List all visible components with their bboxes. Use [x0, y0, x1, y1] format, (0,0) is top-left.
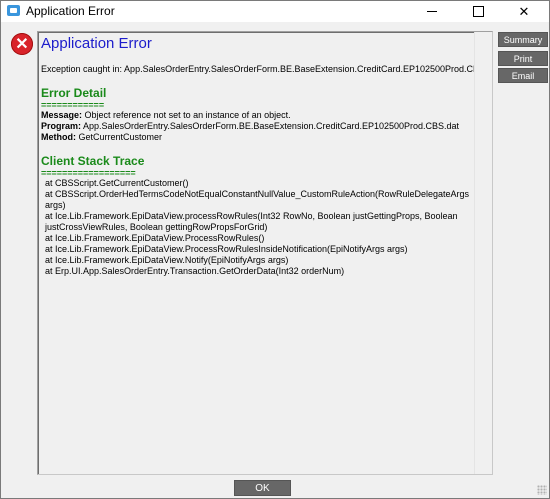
- method-value: GetCurrentCustomer: [76, 132, 163, 142]
- close-button[interactable]: ✕: [501, 1, 547, 22]
- maximize-button[interactable]: [455, 1, 501, 22]
- summary-button[interactable]: Summary: [498, 32, 548, 47]
- print-button[interactable]: Print: [498, 51, 548, 66]
- method-label: Method:: [41, 132, 76, 142]
- application-error-window: Application Error ✕ ✕ Application Error …: [0, 0, 550, 499]
- maximize-icon: [472, 6, 484, 17]
- message-value: Object reference not set to an instance …: [82, 110, 291, 120]
- resize-grip[interactable]: [537, 485, 547, 495]
- message-row: Message: Object reference not set to an …: [41, 110, 491, 121]
- error-detail-heading: Error Detail: [41, 86, 107, 100]
- stack-trace-line: at Ice.Lib.Framework.EpiDataView.Process…: [45, 233, 265, 243]
- stack-trace-rule: ==================: [41, 168, 136, 178]
- exception-line: Exception caught in: App.SalesOrderEntry…: [41, 64, 486, 74]
- program-value: App.SalesOrderEntry.SalesOrderForm.BE.Ba…: [81, 121, 460, 131]
- method-row: Method: GetCurrentCustomer: [41, 132, 491, 143]
- error-icon-glyph: ✕: [15, 36, 29, 53]
- ok-button[interactable]: OK: [234, 480, 291, 496]
- stack-trace-line: at Ice.Lib.Framework.EpiDataView.Notify(…: [45, 255, 289, 265]
- error-report-panel[interactable]: Application Error Exception caught in: A…: [37, 31, 493, 475]
- vertical-scrollbar[interactable]: [474, 32, 492, 474]
- stack-trace-line: at Erp.UI.App.SalesOrderEntry.Transactio…: [45, 266, 345, 276]
- minimize-icon: [427, 11, 437, 12]
- close-icon: ✕: [518, 3, 530, 19]
- error-report-text: Application Error Exception caught in: A…: [41, 35, 491, 277]
- window-title: Application Error: [26, 4, 115, 18]
- stack-trace-line: at Ice.Lib.Framework.EpiDataView.process…: [45, 211, 458, 232]
- stack-trace-heading: Client Stack Trace: [41, 154, 145, 168]
- program-row: Program: App.SalesOrderEntry.SalesOrderF…: [41, 121, 491, 132]
- stack-trace-line: at Ice.Lib.Framework.EpiDataView.Process…: [45, 244, 408, 254]
- stack-trace-lines: at CBSScript.GetCurrentCustomer() at CBS…: [41, 178, 491, 277]
- message-label: Message:: [41, 110, 83, 120]
- email-button[interactable]: Email: [498, 68, 548, 83]
- stack-trace-line: at CBSScript.OrderHedTermsCodeNotEqualCo…: [45, 189, 470, 210]
- program-label: Program:: [41, 121, 82, 131]
- report-heading: Application Error: [41, 35, 152, 52]
- error-icon: ✕: [11, 33, 33, 55]
- title-bar[interactable]: Application Error ✕: [1, 1, 549, 22]
- dialog-body: ✕ Application Error Exception caught in:…: [1, 22, 549, 498]
- app-window-icon: [7, 5, 20, 16]
- stack-trace-line: at CBSScript.GetCurrentCustomer(): [45, 178, 189, 188]
- minimize-button[interactable]: [409, 1, 455, 22]
- error-detail-rule: ============: [41, 100, 105, 110]
